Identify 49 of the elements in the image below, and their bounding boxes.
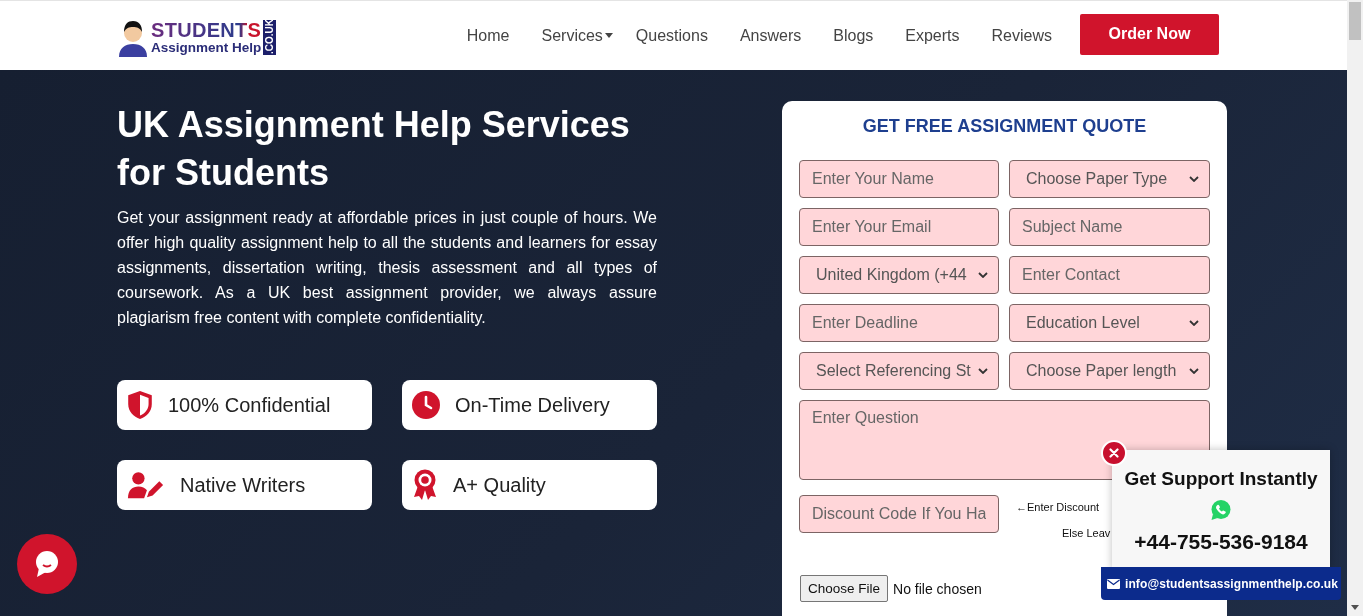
feature-label: Native Writers — [180, 473, 306, 497]
user-pen-icon — [127, 471, 165, 499]
envelope-icon — [1107, 578, 1120, 589]
avatar-icon — [118, 18, 148, 57]
discount-hint: ←Enter Discount — [1016, 500, 1100, 514]
close-icon — [1109, 448, 1119, 458]
input-field[interactable]: Enter Deadline — [799, 304, 999, 342]
feature-label: A+ Quality — [453, 473, 546, 497]
hero-description: Get your assignment ready at affordable prices in just couple of hours. We offer high quality assignment help to all the students and learners for essay assignments, dissertation writing, thesis assessment and all types of coursework. As a UK best assignment provider, we always assure plagiarism free content with complete confidentiality. — [117, 208, 657, 328]
chevron-icon — [1189, 368, 1199, 374]
select-field[interactable]: Education Level — [1009, 304, 1210, 342]
chevron-icon — [978, 368, 988, 374]
scrollbar-thumb[interactable] — [1349, 2, 1361, 40]
shield-icon — [127, 390, 153, 420]
scrollbar-track[interactable] — [1347, 0, 1363, 616]
select-field[interactable]: Select Referencing St — [799, 352, 999, 390]
nav-link[interactable]: Questions — [635, 26, 708, 45]
feature-label: On-Time Delivery — [455, 393, 610, 417]
nav-link[interactable]: Blogs — [833, 26, 874, 45]
discount-field[interactable]: Discount Code If You Ha — [799, 495, 999, 533]
chevron-icon — [1189, 320, 1199, 326]
form-title: GET FREE ASSIGNMENT QUOTE — [861, 115, 1148, 138]
award-ribbon-icon — [412, 469, 438, 501]
file-status: No file chosen — [893, 580, 982, 597]
domain-badge: .CO.UK — [263, 20, 277, 55]
nav-link[interactable]: Reviews — [991, 26, 1052, 45]
select-field[interactable]: Choose Paper Type — [1009, 160, 1210, 198]
hero-title: UK Assignment Help Services for Students — [117, 103, 631, 195]
nav-link[interactable]: Answers — [739, 26, 802, 45]
email-link[interactable]: info@studentsassignmenthelp.co.uk — [1101, 567, 1341, 600]
select-field[interactable]: Choose Paper length — [1009, 352, 1210, 390]
chevron-icon — [978, 272, 988, 278]
nav-link[interactable]: Experts — [905, 26, 960, 45]
discount-hint: Else Leav — [1062, 526, 1111, 540]
clock-icon — [412, 391, 440, 419]
input-field[interactable]: Enter Your Email — [799, 208, 999, 246]
nav-link[interactable]: Services — [541, 26, 613, 45]
logo-tagline[interactable]: Assignment Help — [151, 39, 262, 56]
input-field[interactable]: Enter Your Name — [799, 160, 999, 198]
order-now-button[interactable]: Order Now — [1080, 13, 1219, 55]
choose-file-button[interactable]: Choose File — [800, 575, 889, 602]
scroll-down-arrow-icon[interactable] — [1351, 605, 1359, 610]
phone-link[interactable]: +44-755-536-9184 — [1134, 530, 1308, 554]
input-field[interactable]: Enter Contact — [1009, 256, 1210, 294]
feature-label: 100% Confidential — [168, 393, 331, 417]
chevron-icon — [1189, 176, 1199, 182]
input-field[interactable]: Subject Name — [1009, 208, 1210, 246]
select-field[interactable]: United Kingdom (+44 — [799, 256, 999, 294]
nav-link[interactable]: Home — [466, 26, 510, 45]
